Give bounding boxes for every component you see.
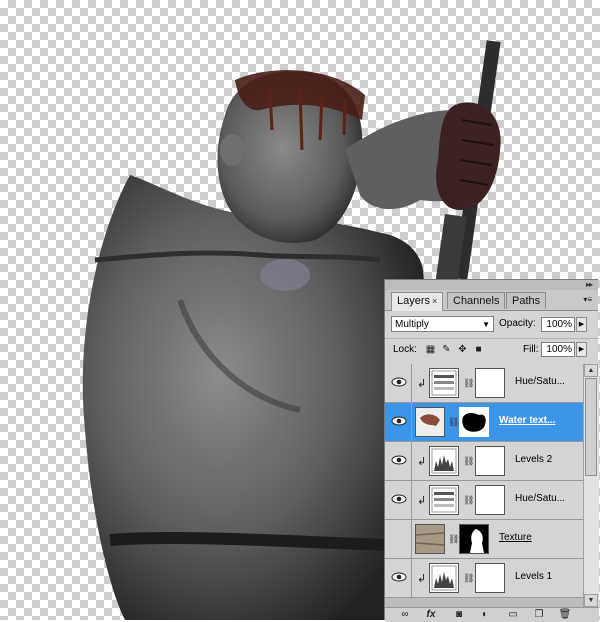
fx-icon[interactable]: fx xyxy=(423,609,439,621)
mask-thumbnail[interactable] xyxy=(475,563,505,593)
link-layers-icon[interactable]: ∞ xyxy=(397,609,413,621)
clipping-arrow-icon: ↲ xyxy=(417,495,427,507)
tab-channels[interactable]: Channels xyxy=(447,292,506,309)
new-group-icon[interactable]: ▭ xyxy=(505,609,521,621)
layer-row[interactable]: ↲ ⛓ Levels 1 xyxy=(385,559,583,598)
lock-all-icon[interactable]: ■ xyxy=(473,344,484,355)
adjustment-thumbnail xyxy=(429,368,459,398)
layer-row[interactable]: ↲ ⛓ Hue/Satu... xyxy=(385,364,583,403)
collapse-icon[interactable]: ▸▸ xyxy=(586,280,593,290)
layer-name[interactable]: Texture xyxy=(499,532,532,543)
scroll-thumb[interactable] xyxy=(585,378,597,476)
layers-scrollbar[interactable]: ▲ ▼ xyxy=(583,364,599,607)
divider xyxy=(411,403,412,441)
fill-slider-icon[interactable]: ▶ xyxy=(576,342,587,357)
mask-thumbnail[interactable] xyxy=(475,446,505,476)
clipping-arrow-icon: ↲ xyxy=(417,378,427,390)
tab-paths[interactable]: Paths xyxy=(506,292,547,309)
lock-label: Lock: xyxy=(393,344,417,355)
chain-icon[interactable]: ⛓ xyxy=(463,573,474,584)
tab-label: Channels xyxy=(453,295,500,307)
new-adjustment-icon[interactable]: ◐ xyxy=(477,609,493,621)
water-texture-thumb xyxy=(416,408,444,436)
close-icon[interactable]: × xyxy=(432,296,437,306)
levels-histogram-icon xyxy=(431,565,457,591)
layer-name[interactable]: Levels 1 xyxy=(515,571,552,582)
clipping-arrow-icon: ↲ xyxy=(417,573,427,585)
divider xyxy=(411,364,412,402)
panel-menu-icon[interactable]: ▾≡ xyxy=(583,295,592,304)
chain-icon[interactable]: ⛓ xyxy=(448,417,459,428)
layer-row[interactable]: ↲ ⛓ Hue/Satu... xyxy=(385,481,583,520)
layer-name[interactable]: Water text... xyxy=(499,415,555,426)
opacity-slider-icon[interactable]: ▶ xyxy=(576,317,587,332)
add-mask-icon[interactable]: ◙ xyxy=(451,609,467,621)
mask-thumbnail[interactable] xyxy=(475,368,505,398)
opacity-label: Opacity: xyxy=(499,318,536,329)
scroll-down-icon[interactable]: ▼ xyxy=(584,594,598,607)
layer-row[interactable]: ↲ ⛓ Levels 2 xyxy=(385,442,583,481)
layer-row-selected[interactable]: ⛓ Water text... xyxy=(385,403,583,442)
layer-name[interactable]: Hue/Satu... xyxy=(515,376,565,387)
panel-header: ▸▸ xyxy=(385,280,598,290)
adjustment-thumbnail xyxy=(429,485,459,515)
hue-saturation-icon xyxy=(431,370,457,396)
divider xyxy=(411,520,412,558)
eye-icon[interactable] xyxy=(391,415,407,427)
fill-label: Fill: xyxy=(523,344,539,355)
tab-label: Paths xyxy=(512,295,541,307)
mask-shape xyxy=(460,525,488,553)
lock-transparent-icon[interactable]: ▦ xyxy=(425,344,436,355)
mask-thumbnail[interactable] xyxy=(459,524,489,554)
delete-layer-icon[interactable]: 🗑 xyxy=(557,609,573,621)
eye-icon[interactable] xyxy=(391,493,407,505)
panel-tabs: Layers × Channels Paths ▾≡ xyxy=(385,290,598,311)
texture-thumb xyxy=(416,525,444,553)
chevron-down-icon: ▼ xyxy=(482,320,490,329)
opacity-input[interactable]: 100% xyxy=(541,317,575,332)
tab-label: Layers xyxy=(397,295,431,307)
eye-icon[interactable] xyxy=(391,376,407,388)
chain-icon[interactable]: ⛓ xyxy=(463,456,474,467)
chain-icon[interactable]: ⛓ xyxy=(448,534,459,545)
tab-layers[interactable]: Layers × xyxy=(391,292,444,311)
layer-name[interactable]: Hue/Satu... xyxy=(515,493,565,504)
divider xyxy=(411,481,412,519)
layer-name[interactable]: Levels 2 xyxy=(515,454,552,465)
lock-paint-icon[interactable]: ✎ xyxy=(441,344,452,355)
mask-shape xyxy=(461,409,487,435)
blend-mode-select[interactable]: Multiply ▼ xyxy=(391,316,494,332)
levels-histogram-icon xyxy=(431,448,457,474)
new-layer-icon[interactable]: ❐ xyxy=(531,609,547,621)
divider xyxy=(411,559,412,597)
chain-icon[interactable]: ⛓ xyxy=(463,495,474,506)
mask-thumbnail[interactable] xyxy=(459,407,489,437)
scroll-up-icon[interactable]: ▲ xyxy=(584,364,598,377)
adjustment-thumbnail xyxy=(429,563,459,593)
mask-thumbnail[interactable] xyxy=(475,485,505,515)
layers-list: ↲ ⛓ Hue/Satu... ⛓ Water text... ↲ ⛓ Leve… xyxy=(385,364,583,607)
lock-move-icon[interactable]: ✥ xyxy=(457,344,468,355)
layers-panel: ▸▸ Layers × Channels Paths ▾≡ Multiply ▼ … xyxy=(384,279,599,622)
eye-icon[interactable] xyxy=(391,454,407,466)
lock-row: Lock: ▦ ✎ ✥ ■ Fill: 100% ▶ xyxy=(385,338,599,361)
divider xyxy=(411,442,412,480)
blend-mode-value: Multiply xyxy=(395,319,429,330)
hue-saturation-icon xyxy=(431,487,457,513)
layer-thumbnail[interactable] xyxy=(415,524,445,554)
chain-icon[interactable]: ⛓ xyxy=(463,378,474,389)
layer-thumbnail[interactable] xyxy=(415,407,445,437)
layer-row[interactable]: ⛓ Texture xyxy=(385,520,583,559)
adjustment-thumbnail xyxy=(429,446,459,476)
fill-input[interactable]: 100% xyxy=(541,342,575,357)
clipping-arrow-icon: ↲ xyxy=(417,456,427,468)
eye-icon[interactable] xyxy=(391,571,407,583)
blend-row: Multiply ▼ Opacity: 100% ▶ xyxy=(385,314,599,336)
